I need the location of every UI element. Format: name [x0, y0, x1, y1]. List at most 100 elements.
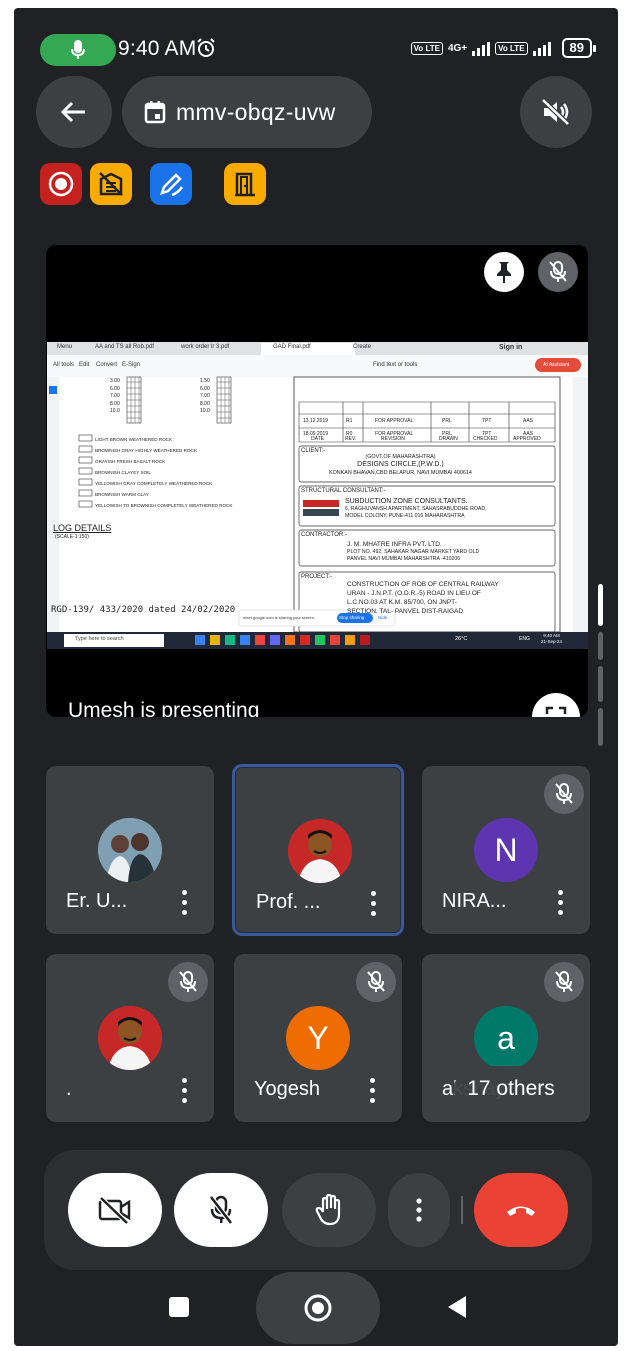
shared-toolbar-2: Edit	[79, 362, 90, 368]
depth-values-b: 1.50 6.00 7.00 8.00 10.0	[200, 378, 210, 414]
meeting-code: mmv-obqz-uvw	[176, 98, 336, 125]
activities-button[interactable]	[90, 163, 132, 205]
phone-screen: 9:40 AM Vo LTE 4G+ Vo LTE 89 mmv-obqz-uv…	[14, 8, 618, 1346]
mic-icon	[71, 40, 85, 59]
home-button[interactable]	[256, 1272, 380, 1344]
participant-name: Prof. ...	[256, 891, 321, 913]
taskbar-lang: ENG	[519, 636, 530, 642]
end-call-button[interactable]	[474, 1173, 568, 1247]
network-type: 4G+	[447, 42, 468, 54]
hide-share-notice[interactable]: Hide	[378, 615, 387, 620]
pin-icon	[497, 262, 511, 283]
consultant-lines: SUBDUCTION ZONE CONSULTANTS. 6, RAGHUVAN…	[345, 498, 487, 519]
avatar: Y	[286, 1006, 350, 1070]
more-options-button[interactable]	[388, 1173, 450, 1247]
back-button[interactable]	[36, 76, 112, 148]
participant-tile[interactable]: .	[46, 954, 214, 1122]
shared-toolbar-4: E-Sign	[122, 362, 141, 368]
mic-off-icon	[549, 261, 567, 282]
participant-name: NIRA...	[442, 890, 507, 912]
project-label: PROJECT:-	[301, 574, 333, 580]
shared-screen: Menu AA and TS all Rob.pdf work order lr…	[47, 342, 588, 649]
depth-values-a: 3.00 6.00 7.00 8.00 10.0	[110, 378, 120, 414]
presenting-label: Umesh is presenting	[68, 699, 260, 717]
participant-more-button[interactable]	[548, 884, 572, 920]
status-time: 9:40 AM	[118, 37, 197, 60]
activity-bar	[40, 163, 280, 207]
participant-tile[interactable]: N NIRA...	[422, 766, 590, 934]
hand-icon	[315, 1194, 341, 1226]
shared-toolbar-1: All tools	[53, 362, 75, 368]
participant-muted-indicator	[168, 962, 208, 1002]
participant-name: Er. U...	[66, 890, 128, 912]
mic-active-indicator	[40, 34, 116, 66]
shared-tab-2: AA and TS all Rob.pdf	[95, 344, 154, 350]
participant-tile[interactable]: Y Yogesh	[234, 954, 402, 1122]
legend-list: LIGHT BROWN WEATHERED ROCK BROWNISH GRAY…	[95, 437, 233, 508]
square-icon	[169, 1297, 189, 1317]
system-back-button[interactable]	[444, 1294, 470, 1320]
participant-muted-indicator	[356, 962, 396, 1002]
others-count-button[interactable]: 17 others	[454, 1066, 568, 1112]
whiteboard-button[interactable]	[150, 163, 192, 205]
volte-badge-1: Vo LTE	[410, 41, 443, 55]
signal-bars-1-icon	[472, 40, 491, 56]
system-indicators: Vo LTE 4G+ Vo LTE 89	[410, 38, 597, 58]
door-icon	[235, 172, 255, 197]
client-lines: (GOVT.OF MAHARASHTRA) DESIGNS CIRCLE,(P.…	[329, 454, 472, 476]
raise-hand-button[interactable]	[282, 1173, 376, 1247]
arrow-left-icon	[61, 101, 85, 123]
circle-icon	[304, 1294, 332, 1322]
triangle-back-icon	[448, 1296, 466, 1318]
participant-more-button[interactable]	[172, 884, 196, 920]
avatar	[98, 1006, 162, 1070]
activities-icon	[99, 172, 123, 196]
meeting-info-button[interactable]: mmv-obqz-uvw	[122, 76, 372, 148]
fullscreen-button[interactable]	[532, 693, 580, 717]
client-label: CLIENT:-	[301, 448, 326, 454]
participant-more-button[interactable]	[361, 885, 385, 921]
presentation-tile[interactable]: Menu AA and TS all Rob.pdf work order lr…	[46, 245, 588, 717]
call-controls	[44, 1150, 592, 1270]
mic-off-icon	[555, 783, 573, 804]
pin-button[interactable]	[484, 252, 524, 292]
record-button[interactable]	[40, 163, 82, 205]
presenter-muted-indicator	[538, 252, 578, 292]
speaker-off-icon	[541, 98, 570, 126]
shared-tab-3: work order lr 3.pdf	[181, 344, 230, 350]
calendar-icon	[144, 101, 166, 124]
participant-more-button[interactable]	[172, 1072, 196, 1108]
avatar: N	[474, 818, 538, 882]
page-scroll-indicator	[598, 584, 604, 752]
end-call-icon	[507, 1206, 535, 1216]
shared-tab-1: Menu	[57, 344, 73, 350]
consultant-label: STRUCTURAL CONSULTANT:-	[301, 488, 386, 494]
shared-tab-4: GAD Final.pdf	[273, 344, 311, 350]
shared-sign-in: Sign in	[499, 344, 523, 351]
shared-ai-assistant: AI Assistant	[543, 362, 570, 368]
participant-tile-active[interactable]: Prof. ...	[232, 764, 404, 936]
alarm-icon	[196, 38, 216, 64]
speaker-toggle-button[interactable]	[520, 76, 592, 148]
recents-button[interactable]	[168, 1296, 190, 1318]
more-vertical-icon	[416, 1198, 422, 1222]
shared-toolbar-3: Convert	[96, 362, 118, 368]
signal-bars-2-icon	[532, 40, 551, 56]
microphone-toggle-button[interactable]	[174, 1173, 268, 1247]
stop-sharing-button[interactable]: Stop sharing	[339, 615, 364, 620]
participant-muted-indicator	[544, 962, 584, 1002]
whiteboard-icon	[160, 173, 184, 197]
participant-more-button[interactable]	[360, 1072, 384, 1108]
volte-badge-2: Vo LTE	[495, 41, 528, 55]
participant-name: Yogesh	[254, 1078, 320, 1100]
fullscreen-icon	[545, 706, 567, 714]
mic-off-icon	[367, 971, 385, 992]
camera-toggle-button[interactable]	[68, 1173, 162, 1247]
leave-room-button[interactable]	[224, 163, 266, 205]
shared-find: Find text or tools	[373, 362, 418, 368]
taskbar-search: Type here to search	[75, 636, 124, 642]
mic-off-icon	[179, 971, 197, 992]
avatar	[98, 818, 162, 882]
contractor-label: CONTRACTOR:-	[301, 532, 347, 538]
participant-tile[interactable]: Er. U...	[46, 766, 214, 934]
